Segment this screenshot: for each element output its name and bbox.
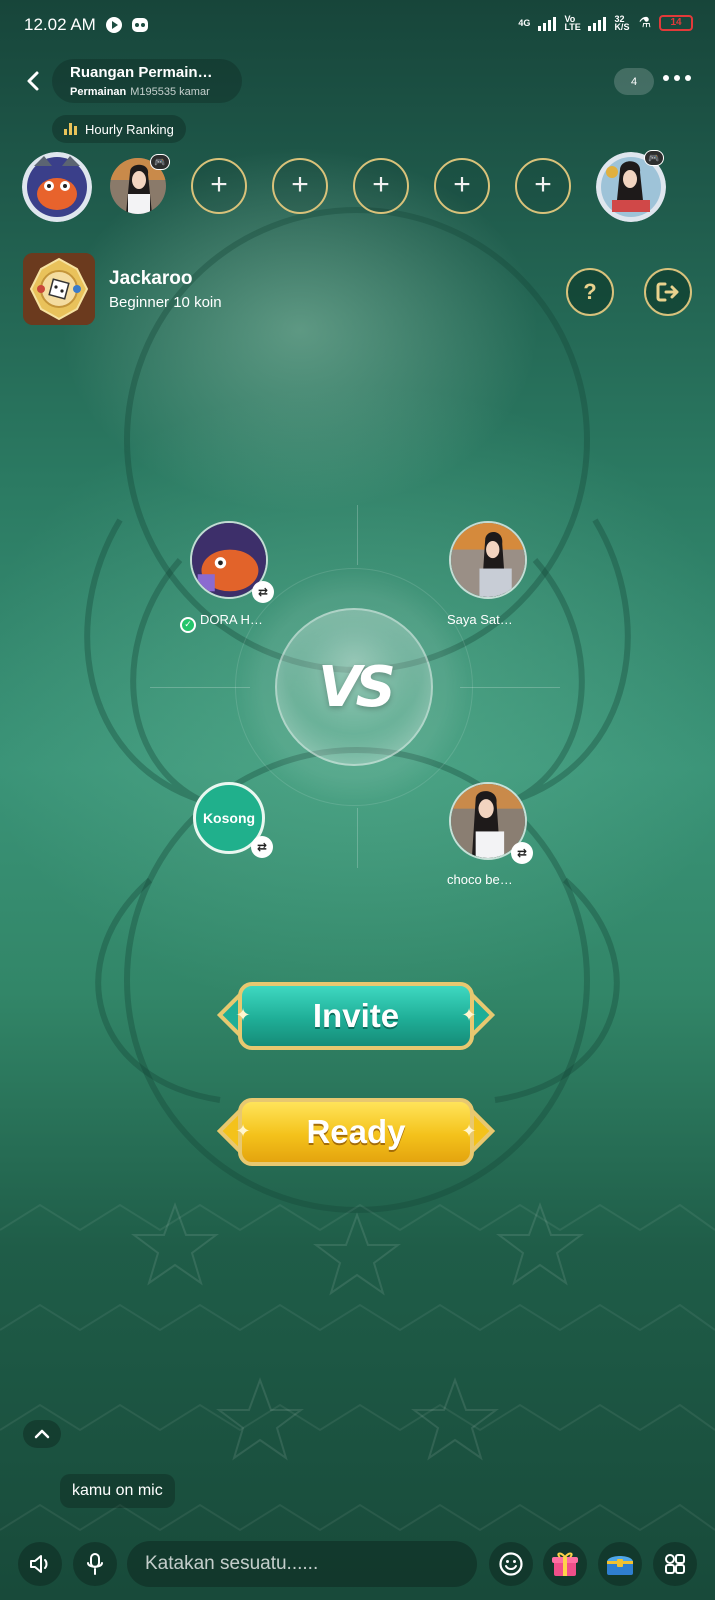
signal-icon [538,15,557,31]
gamepad-icon: 🎮 [150,154,170,170]
empty-seat-3[interactable]: + [272,158,328,214]
divider-line [357,505,358,565]
speaker-button[interactable] [18,1542,62,1586]
player-name-1: ✓ DORA H… [180,612,263,633]
player-slot-4[interactable]: ⇄ [449,782,533,864]
ready-button[interactable]: Ready ✦ ✦ [216,1092,496,1172]
ranking-icon [64,123,77,135]
treasure-chest-icon [607,1556,633,1575]
help-button[interactable]: ? [566,268,614,316]
game-logo[interactable] [23,253,95,325]
exit-game-button[interactable] [644,268,692,316]
player-slot-3[interactable]: Kosong ⇄ [193,782,273,860]
player-name-4: choco be… [447,872,513,887]
chat-message: kamu on mic [60,1474,175,1508]
sparkle-icon: ✦ [461,1005,477,1025]
sparkle-icon: ✦ [461,1121,477,1141]
divider-line [357,808,358,868]
sparkle-icon: ✦ [235,1005,251,1025]
microphone-button[interactable] [73,1542,117,1586]
exit-icon [656,282,679,302]
battery-level: 14 [670,17,682,28]
signal-icon-2 [588,15,607,31]
status-time: 12.02 AM [24,15,96,34]
vs-emblem: VS [275,608,433,766]
chat-input[interactable]: Katakan sesuatu...... [127,1541,477,1587]
room-label: Permainan [70,86,127,98]
status-indicators: 4G Vo LTE 32 K/S ⚗ 14 [518,14,693,31]
empty-seat-4[interactable]: + [353,158,409,214]
swap-seat-icon[interactable]: ⇄ [511,842,533,864]
room-subtitle: Permainan M195535 kamar [70,86,242,98]
swap-seat-icon[interactable]: ⇄ [252,581,274,603]
add-seat-icon: + [453,167,471,201]
ready-check-icon: ✓ [180,616,196,633]
grid-menu-icon [665,1554,685,1574]
host-seat[interactable] [22,152,92,222]
seat-7[interactable]: 🎮 [596,150,666,222]
more-options-button[interactable] [663,75,691,81]
chat-expand-button[interactable] [23,1420,61,1448]
room-info[interactable]: Ruangan Permain… Permainan M195535 kamar [52,59,242,103]
seat-1[interactable]: 🎮 [110,154,170,214]
add-seat-icon: + [291,167,309,201]
app-notification-icon [106,17,122,33]
empty-slot-label: Kosong [202,810,256,826]
chat-input-placeholder: Katakan sesuatu...... [145,1553,319,1574]
player-name-2: Saya Sat… [447,612,513,627]
invite-button[interactable]: Invite ✦ ✦ [216,976,496,1056]
more-menu-button[interactable] [653,1542,697,1586]
player-name-text: DORA H… [200,612,263,627]
hourly-ranking-button[interactable]: Hourly Ranking [52,115,186,143]
invite-label: Invite [238,982,474,1050]
back-button[interactable] [18,66,48,96]
emoji-button[interactable] [489,1542,533,1586]
empty-seat-5[interactable]: + [434,158,490,214]
flask-icon: ⚗ [638,14,651,30]
game-level: Beginner 10 koin [109,294,222,311]
gamepad-icon: 🎮 [644,150,664,166]
emoji-icon [499,1552,523,1576]
speaker-icon [30,1555,48,1573]
treasure-chest-button[interactable] [598,1542,642,1586]
game-name: Jackaroo [109,268,193,289]
online-count-pill[interactable]: 4 [614,68,654,95]
player-avatar [449,521,527,599]
chevron-left-icon [27,71,39,91]
online-count: 4 [630,75,638,88]
gift-button[interactable] [543,1542,587,1586]
host-avatar [22,152,92,222]
gift-icon [552,1552,578,1576]
player-slot-2[interactable] [449,521,527,599]
room-title: Ruangan Permain… [70,64,213,81]
chevron-up-icon [34,1429,50,1439]
volte-label: Vo LTE [564,13,581,32]
divider-line [460,687,560,688]
add-seat-icon: + [534,167,552,201]
app-notification-icon-2 [132,18,148,32]
sparkle-icon: ✦ [235,1121,251,1141]
room-id: M195535 kamar [130,86,210,98]
help-icon: ? [583,279,597,304]
vs-label: VS [318,654,396,720]
add-seat-icon: + [372,167,390,201]
network-speed: 32 K/S [614,13,630,32]
jackaroo-logo-icon [23,253,95,325]
battery-icon: 14 [659,14,693,31]
empty-seat-6[interactable]: + [515,158,571,214]
network-type: 4G [518,17,531,28]
add-seat-icon: + [210,167,228,201]
swap-seat-icon[interactable]: ⇄ [251,836,273,858]
microphone-icon [87,1553,103,1575]
ready-label: Ready [238,1098,474,1166]
status-bar: 12.02 AM 4G Vo LTE 32 K/S ⚗ 14 [0,0,715,50]
empty-seat-2[interactable]: + [191,158,247,214]
player-slot-1[interactable]: ⇄ [190,521,274,603]
ranking-label: Hourly Ranking [85,121,174,137]
